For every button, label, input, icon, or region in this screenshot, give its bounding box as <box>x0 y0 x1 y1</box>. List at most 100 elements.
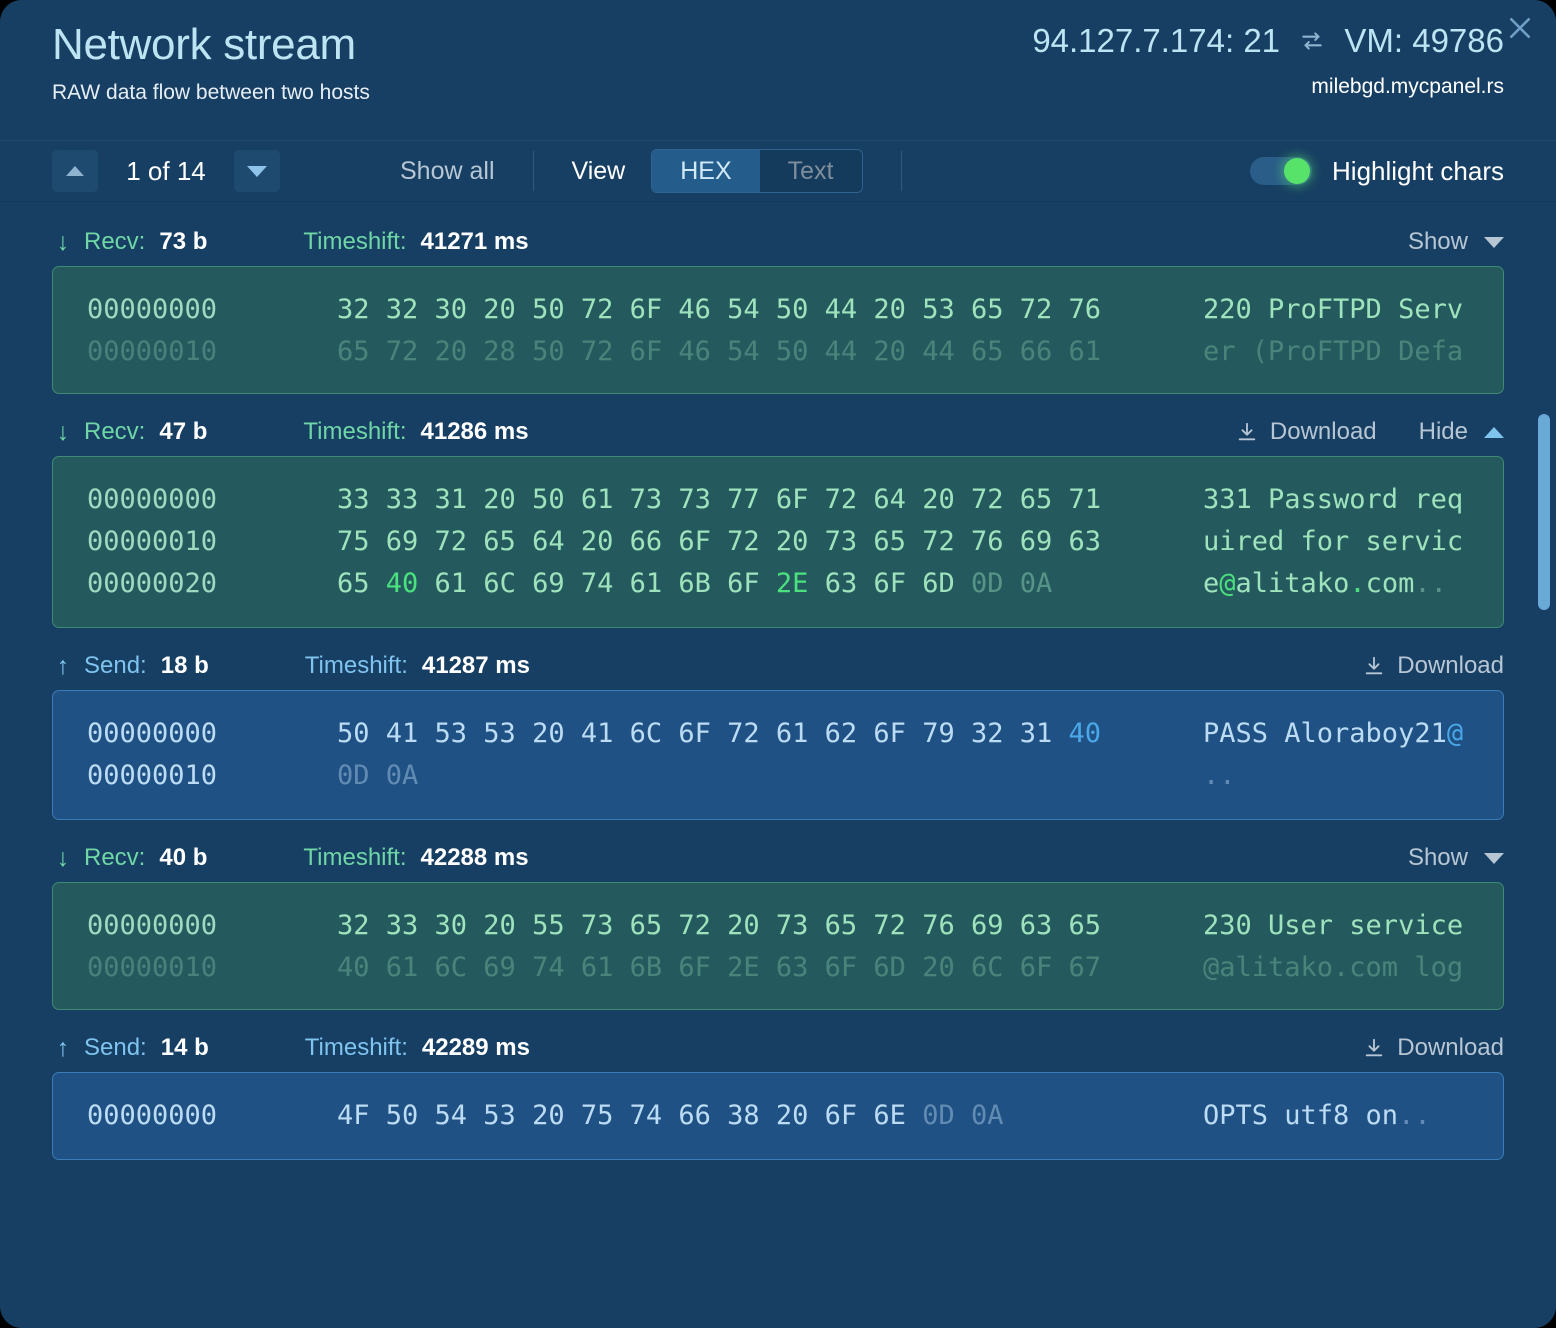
vertical-scrollbar[interactable] <box>1538 410 1550 1328</box>
packet-send: ↑ Send: 14 b Timeshift: 42289 ms Download 0000… <box>52 1024 1504 1160</box>
byte-run: PASS Aloraboy21 <box>1203 718 1447 749</box>
hex-line: 00000000 4F 50 54 53 20 75 74 66 38 20 6F… <box>87 1095 1473 1137</box>
hex-offset: 00000010 <box>87 336 218 367</box>
hex-ascii: .. <box>1203 755 1473 797</box>
hex-dump[interactable]: 00000000 33 33 31 20 50 61 73 73 77 6F 72… <box>52 456 1504 628</box>
hex-line: 00000000 33 33 31 20 50 61 73 73 77 6F 72… <box>87 479 1473 521</box>
page-title: Network stream <box>52 20 356 69</box>
download-button[interactable]: Download <box>1363 1034 1504 1062</box>
timeshift-value: 41271 ms <box>420 228 529 255</box>
pager-label: 1 of 14 <box>126 156 206 186</box>
direction-arrow-icon: ↓ <box>56 418 70 446</box>
hex-offset: 00000010 <box>87 760 218 791</box>
highlighted-byte: . <box>1349 568 1366 599</box>
packet-actions: Download <box>1363 1034 1504 1062</box>
toggle-body-button[interactable]: Hide <box>1419 418 1504 446</box>
highlight-chars-toggle[interactable]: Highlight chars <box>1250 156 1504 186</box>
download-label: Download <box>1397 1034 1504 1061</box>
packet-size: 73 b <box>159 228 208 255</box>
chevron-down-icon <box>1484 852 1504 864</box>
byte-run: OPTS utf8 on <box>1203 1100 1399 1131</box>
packet-size: 47 b <box>159 418 208 445</box>
endpoint-pair: 94.127.7.174: 21 VM: 49786 <box>1032 0 1504 64</box>
hex-offset: 00000000 <box>87 718 218 749</box>
nonprintable-byte: 0D 0A <box>971 568 1053 599</box>
download-icon <box>1236 421 1258 443</box>
download-button[interactable]: Download <box>1363 652 1504 680</box>
close-icon[interactable] <box>1498 6 1542 50</box>
view-mode-hex[interactable]: HEX <box>652 150 760 192</box>
packet-actions: Show <box>1408 844 1504 872</box>
chevron-down-icon <box>247 165 267 177</box>
hex-ascii: 230 User service <box>1203 910 1464 941</box>
toggle-body-button[interactable]: Show <box>1408 844 1504 872</box>
header-left: Network stream RAW data flow between two… <box>52 0 370 106</box>
highlighted-byte: @ <box>1446 718 1464 749</box>
dialog-header: Network stream RAW data flow between two… <box>0 0 1556 140</box>
hex-bytes: 0D 0A <box>337 755 1203 797</box>
nonprintable-byte: 0D 0A <box>922 1100 1004 1131</box>
hex-line: 00000000 32 33 30 20 55 73 65 72 20 73 65… <box>87 905 1473 947</box>
endpoint-local: 94.127.7.174: 21 <box>1032 22 1281 59</box>
packet-send: ↑ Send: 18 b Timeshift: 41287 ms Download 0000… <box>52 642 1504 820</box>
download-icon <box>1363 655 1385 677</box>
direction-arrow-icon: ↑ <box>56 652 70 680</box>
direction-label: Recv: <box>84 228 146 255</box>
hex-bytes: 50 41 53 53 20 41 6C 6F 72 61 62 6F 79 3… <box>337 713 1203 755</box>
direction-arrow-icon: ↑ <box>56 1034 70 1062</box>
packet-header: ↓ Recv: 73 b Timeshift: 41271 ms Show <box>52 218 1504 266</box>
download-button[interactable]: Download <box>1236 418 1377 446</box>
hex-ascii: @alitako.com log <box>1203 952 1464 983</box>
timeshift-value: 42289 ms <box>421 1034 530 1061</box>
hex-dump[interactable]: 00000000 50 41 53 53 20 41 6C 6F 72 61 62… <box>52 690 1504 820</box>
next-packet-button[interactable] <box>234 150 280 192</box>
toolbar-divider-2 <box>900 151 902 191</box>
hex-bytes: 32 32 30 20 50 72 6F 46 54 50 44 20 53 6… <box>337 294 1102 325</box>
byte-run: 4F 50 54 53 20 75 74 66 38 20 6F 6E <box>337 1100 923 1131</box>
nonprintable-byte: .. <box>1398 1100 1431 1131</box>
packet-actions: Show <box>1408 228 1504 256</box>
hex-offset: 00000000 <box>87 294 218 325</box>
toggle-track[interactable] <box>1250 157 1313 185</box>
prev-packet-button[interactable] <box>52 150 98 192</box>
hex-line: 00000000 50 41 53 53 20 41 6C 6F 72 61 62… <box>87 713 1473 755</box>
direction-arrow-icon: ↓ <box>56 844 70 872</box>
packet-size: 14 b <box>160 1034 209 1061</box>
timeshift-value: 41287 ms <box>421 652 530 679</box>
header-right: 94.127.7.174: 21 VM: 49786 milebgd.mycpa… <box>1032 0 1504 100</box>
direction-label: Send: <box>84 1034 147 1061</box>
packet-pager: 1 of 14 <box>52 150 280 192</box>
hex-line: 00000020 65 40 61 6C 69 74 61 6B 6F 2E 63… <box>87 563 1473 605</box>
hex-bytes: 65 40 61 6C 69 74 61 6B 6F 2E 63 6F 6D 0… <box>337 563 1203 605</box>
highlighted-byte: 2E <box>775 568 809 599</box>
highlight-chars-label: Highlight chars <box>1332 156 1504 186</box>
hex-bytes: 33 33 31 20 50 61 73 73 77 6F 72 64 20 7… <box>337 484 1102 515</box>
hex-dump[interactable]: 00000000 32 33 30 20 55 73 65 72 20 73 65… <box>52 882 1504 1010</box>
highlighted-byte: @ <box>1219 568 1236 599</box>
show-all-button[interactable]: Show all <box>400 156 495 186</box>
nonprintable-byte: .. <box>1203 760 1236 791</box>
hex-ascii: 331 Password req <box>1203 484 1464 515</box>
hex-dump[interactable]: 00000000 4F 50 54 53 20 75 74 66 38 20 6F… <box>52 1072 1504 1160</box>
hex-dump[interactable]: 00000000 32 32 30 20 50 72 6F 46 54 50 44… <box>52 266 1504 394</box>
chevron-down-icon <box>1484 236 1504 248</box>
byte-run: 61 6C 69 74 61 6B 6F <box>418 568 776 599</box>
nonprintable-byte: .. <box>1414 568 1447 599</box>
hex-ascii: OPTS utf8 on.. <box>1203 1095 1473 1137</box>
hex-line: 00000000 32 32 30 20 50 72 6F 46 54 50 44… <box>87 289 1473 331</box>
hex-bytes: 4F 50 54 53 20 75 74 66 38 20 6F 6E 0D 0… <box>337 1095 1203 1137</box>
toggle-body-label: Show <box>1407 844 1468 871</box>
byte-run: e <box>1203 568 1220 599</box>
byte-run: 65 <box>337 568 386 599</box>
view-label: View <box>571 157 626 185</box>
scrollbar-thumb[interactable] <box>1538 414 1550 610</box>
hex-bytes: 75 69 72 65 64 20 66 6F 72 20 73 65 72 7… <box>337 526 1102 557</box>
toggle-body-button[interactable]: Show <box>1408 228 1504 256</box>
packet-header: ↑ Send: 14 b Timeshift: 42289 ms Download <box>52 1024 1504 1072</box>
nonprintable-byte: 0D 0A <box>337 760 419 791</box>
packet-actions: Download Hide <box>1236 418 1504 446</box>
hex-line: 00000010 75 69 72 65 64 20 66 6F 72 20 73… <box>87 521 1473 563</box>
hex-bytes: 65 72 20 28 50 72 6F 46 54 50 44 20 44 6… <box>337 336 1102 367</box>
view-mode-text[interactable]: Text <box>759 150 862 192</box>
packet-size: 40 b <box>159 844 208 871</box>
